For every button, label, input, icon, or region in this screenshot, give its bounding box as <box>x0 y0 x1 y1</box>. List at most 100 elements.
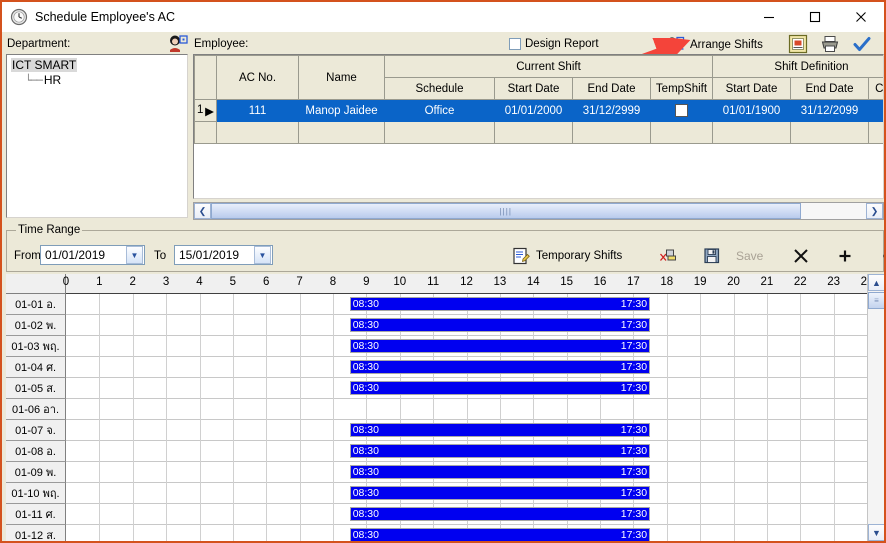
gantt-row[interactable]: 01-12 ส. 08:30 17:30 <box>6 525 884 541</box>
maximize-button[interactable] <box>792 2 838 32</box>
remove-button[interactable] <box>867 245 884 267</box>
gantt-row-lane[interactable]: 08:30 17:30 <box>66 483 884 504</box>
hscroll-left-button[interactable]: ❮ <box>194 203 211 219</box>
save-button[interactable] <box>690 245 734 267</box>
hscroll-thumb[interactable]: |||| <box>211 203 801 219</box>
cell-current-end-date[interactable]: 31/12/2999 <box>572 99 651 122</box>
shift-bar[interactable]: 08:30 17:30 <box>349 318 651 332</box>
cell-def-end-date[interactable]: 31/12/2099 <box>790 99 869 122</box>
gantt-row[interactable]: 01-06 อา. <box>6 399 884 420</box>
gantt-row[interactable]: 01-11 ศ. 08:30 17:30 <box>6 504 884 525</box>
gantt-row-lane[interactable]: 08:30 17:30 <box>66 420 884 441</box>
gantt-gridline <box>232 357 234 378</box>
temp-shift-checkbox[interactable] <box>675 104 688 117</box>
vscroll-down-button[interactable]: ▼ <box>868 524 884 541</box>
row-indicator[interactable]: 1 ▶ <box>194 99 217 122</box>
vscroll-up-button[interactable]: ▲ <box>868 274 884 291</box>
col-current-schedule[interactable]: Schedule <box>384 77 495 100</box>
gantt-gridline <box>733 462 735 483</box>
chevron-down-icon[interactable]: ▼ <box>126 246 143 264</box>
gantt-row[interactable]: 01-04 ศ. 08:30 17:30 <box>6 357 884 378</box>
table-row[interactable]: 1 ▶ 111 Manop Jaidee Office 01/01/2000 3… <box>194 99 883 122</box>
close-button[interactable] <box>838 2 884 32</box>
gantt-row[interactable]: 01-09 พ. 08:30 17:30 <box>6 462 884 483</box>
gantt-row-lane[interactable]: 08:30 17:30 <box>66 294 884 315</box>
printer-icon[interactable] <box>820 34 840 54</box>
cell-cycle[interactable]: 1 <box>867 99 883 122</box>
col-cycle[interactable]: Cycle <box>867 77 883 100</box>
shift-bar[interactable]: 08:30 17:30 <box>349 465 651 479</box>
gantt-row-lane[interactable]: 08:30 17:30 <box>66 357 884 378</box>
gantt-row[interactable]: 01-03 พฤ. 08:30 17:30 <box>6 336 884 357</box>
gantt-row-lane[interactable]: 08:30 17:30 <box>66 336 884 357</box>
design-report-box[interactable] <box>509 38 521 50</box>
shift-bar[interactable]: 08:30 17:30 <box>349 381 651 395</box>
col-current-end-date[interactable]: End Date <box>572 77 651 100</box>
col-temp-shift[interactable]: TempShift <box>650 77 713 100</box>
gantt-gridline <box>232 462 234 483</box>
gantt-row-lane[interactable] <box>66 399 884 420</box>
confirm-check-icon[interactable] <box>852 34 872 54</box>
shift-bar[interactable]: 08:30 17:30 <box>349 423 651 437</box>
gantt-row-lane[interactable]: 08:30 17:30 <box>66 315 884 336</box>
department-tree[interactable]: ICT SMART └── HR <box>6 54 188 218</box>
gantt-rows[interactable]: 01-01 อ. 08:30 17:30 01-02 พ. 08:30 17:30 01-0… <box>6 294 884 541</box>
cell-current-start-date[interactable]: 01/01/2000 <box>494 99 573 122</box>
to-date-value[interactable]: 15/01/2019 <box>175 248 254 262</box>
hscroll-right-button[interactable]: ❯ <box>866 203 883 219</box>
gantt-row-lane[interactable]: 08:30 17:30 <box>66 525 884 541</box>
clipboard-edit-icon <box>512 247 530 265</box>
gantt-row[interactable]: 01-01 อ. 08:30 17:30 <box>6 294 884 315</box>
gantt-row[interactable]: 01-05 ส. 08:30 17:30 <box>6 378 884 399</box>
to-date-combo[interactable]: 15/01/2019 ▼ <box>174 245 273 265</box>
gantt-row-lane[interactable]: 08:30 17:30 <box>66 504 884 525</box>
vscroll-thumb[interactable]: ≡ <box>868 292 884 309</box>
cell-schedule[interactable]: Office <box>384 99 495 122</box>
gantt-gridline <box>166 504 168 525</box>
col-def-start-date[interactable]: Start Date <box>712 77 791 100</box>
delete-button[interactable] <box>779 245 823 267</box>
gantt-row-lane[interactable]: 08:30 17:30 <box>66 378 884 399</box>
employee-grid-hscrollbar[interactable]: ❮ |||| ❯ <box>193 202 884 220</box>
schedule-gantt-chart[interactable]: 0123456789101112131415161718192021222324… <box>6 274 884 541</box>
tree-node-hr[interactable]: └── HR <box>25 73 183 87</box>
gantt-row[interactable]: 01-02 พ. 08:30 17:30 <box>6 315 884 336</box>
cell-temp-shift[interactable] <box>650 99 713 122</box>
tree-node-root[interactable]: ICT SMART <box>11 58 78 72</box>
hour-tick: 2 <box>129 276 136 288</box>
add-button[interactable] <box>823 245 867 267</box>
gantt-row[interactable]: 01-07 จ. 08:30 17:30 <box>6 420 884 441</box>
person-settings-icon[interactable] <box>167 34 189 54</box>
employee-grid[interactable]: AC No. Name Current Shift Shift Definiti… <box>193 54 884 199</box>
hscroll-track[interactable]: |||| <box>211 203 866 219</box>
col-ac-no[interactable]: AC No. <box>216 55 299 100</box>
gantt-row-lane[interactable]: 08:30 17:30 <box>66 462 884 483</box>
chevron-down-icon[interactable]: ▼ <box>254 246 271 264</box>
cell-name[interactable]: Manop Jaidee <box>298 99 385 122</box>
print-preview-icon[interactable] <box>788 34 808 54</box>
shift-bar[interactable]: 08:30 17:30 <box>349 486 651 500</box>
shift-bar[interactable]: 08:30 17:30 <box>349 360 651 374</box>
design-report-checkbox[interactable]: Design Report <box>509 38 599 50</box>
from-date-value[interactable]: 01/01/2019 <box>41 248 126 262</box>
col-current-start-date[interactable]: Start Date <box>494 77 573 100</box>
gantt-vscrollbar[interactable]: ▲ ≡ ▼ <box>867 274 884 541</box>
shift-bar[interactable]: 08:30 17:30 <box>349 528 651 541</box>
cell-def-start-date[interactable]: 01/01/1900 <box>712 99 791 122</box>
cell-ac-no[interactable]: 111 <box>216 99 299 122</box>
arrange-shifts-button[interactable]: Arrange Shifts <box>665 36 763 54</box>
shift-bar[interactable]: 08:30 17:30 <box>349 507 651 521</box>
col-name[interactable]: Name <box>298 55 385 100</box>
gantt-row[interactable]: 01-10 พฤ. 08:30 17:30 <box>6 483 884 504</box>
shift-bar[interactable]: 08:30 17:30 <box>349 297 651 311</box>
minimize-button[interactable] <box>746 2 792 32</box>
temporary-shifts-button[interactable]: Temporary Shifts <box>512 247 622 265</box>
cut-shift-button[interactable] <box>646 245 690 267</box>
gantt-row-lane[interactable]: 08:30 17:30 <box>66 441 884 462</box>
shift-bar[interactable]: 08:30 17:30 <box>349 339 651 353</box>
gantt-row[interactable]: 01-08 อ. 08:30 17:30 <box>6 441 884 462</box>
gantt-gridline <box>299 336 301 357</box>
from-date-combo[interactable]: 01/01/2019 ▼ <box>40 245 145 265</box>
shift-bar[interactable]: 08:30 17:30 <box>349 444 651 458</box>
col-def-end-date[interactable]: End Date <box>790 77 869 100</box>
